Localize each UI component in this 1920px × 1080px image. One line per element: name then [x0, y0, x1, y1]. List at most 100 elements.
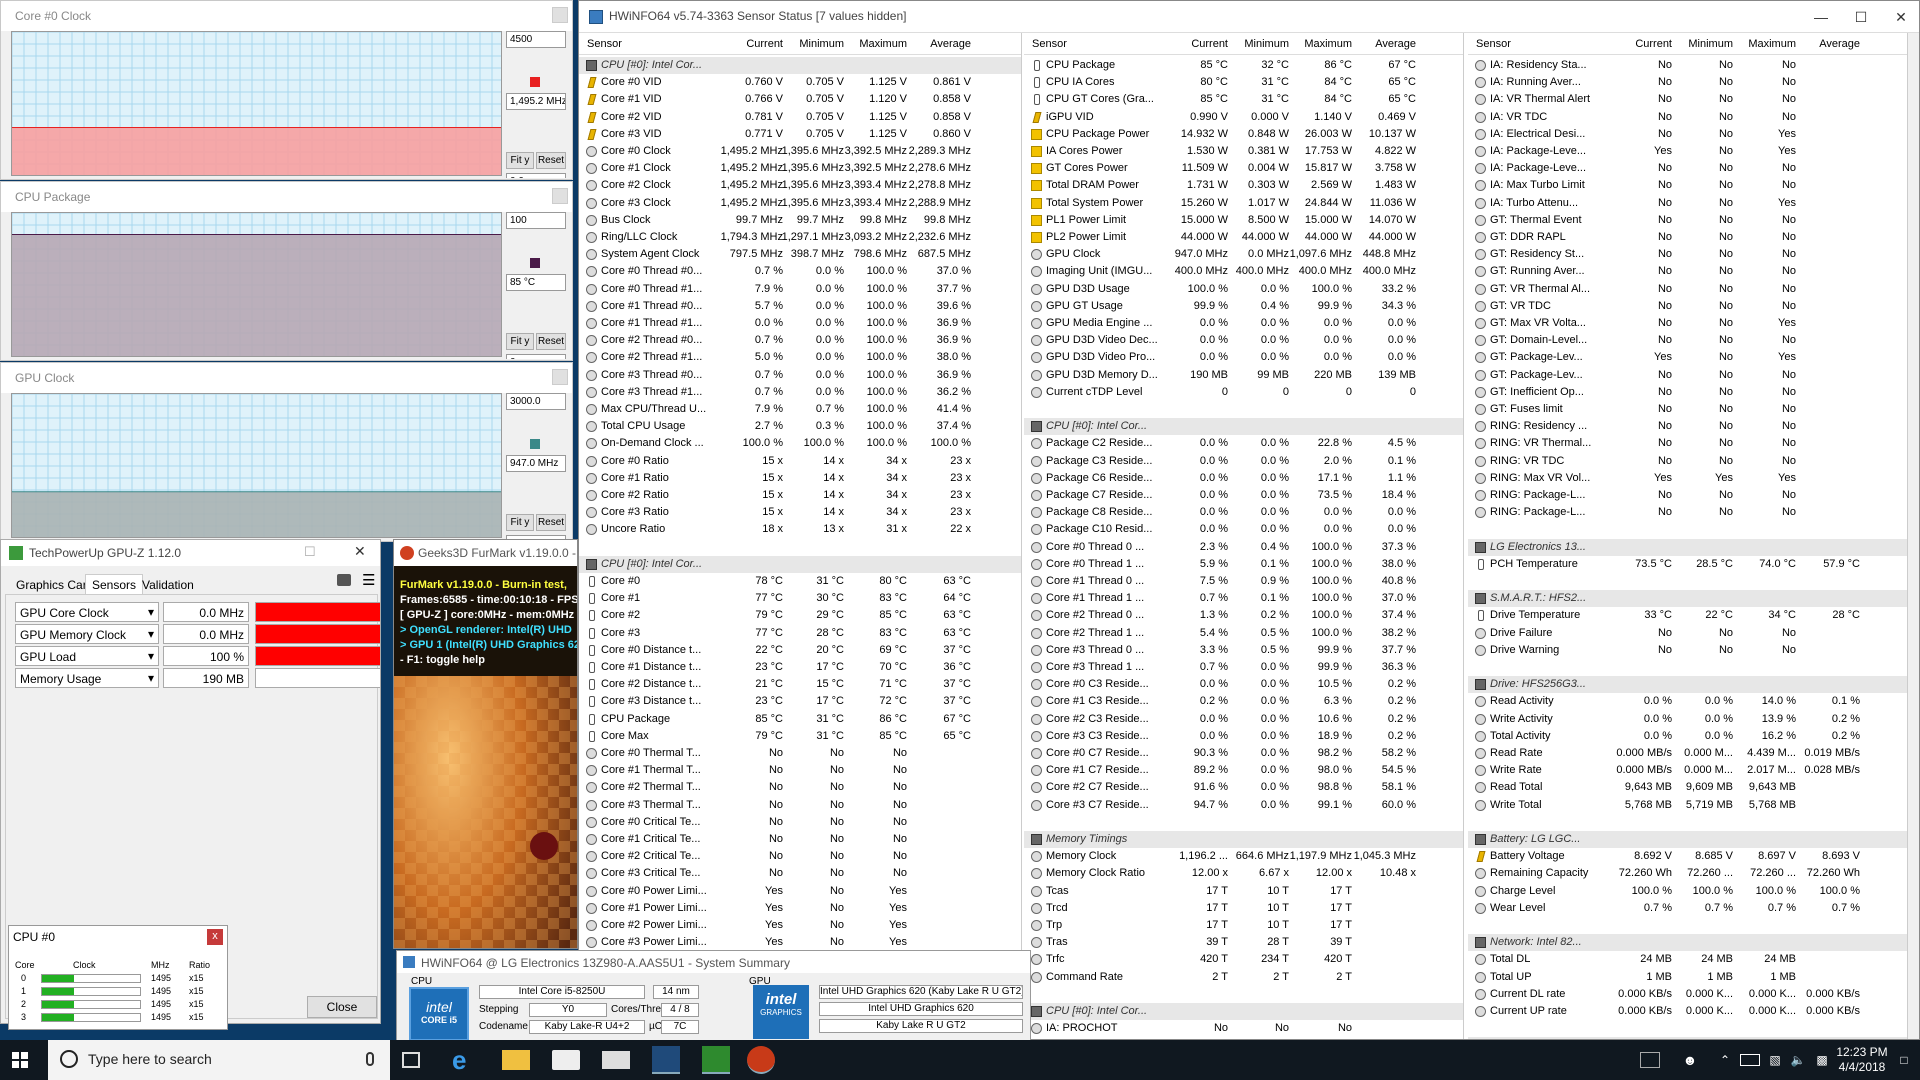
sensor-group-header[interactable]: Drive: HFS256G3...: [1468, 676, 1907, 694]
sensor-row[interactable]: Core #2 Distance t... 21 °C 15 °C 71 °C 37 °…: [579, 676, 1021, 693]
sensor-group-header[interactable]: LG Electronics 13...: [1468, 538, 1907, 556]
hwinfo-titlebar[interactable]: HWiNFO64 v5.74-3363 Sensor Status [7 val…: [579, 1, 1919, 33]
sensor-row[interactable]: Core #1 Clock 1,495.2 MHz 1,395.6 MHz 3,392…: [579, 160, 1021, 177]
sensor-row[interactable]: Trp 17 T 10 T 17 T: [1024, 917, 1463, 934]
sensor-row[interactable]: Package C8 Reside... 0.0 % 0.0 % 0.0 % 0.0 %: [1024, 504, 1463, 521]
column-header[interactable]: Sensor Current Minimum Maximum Average: [1468, 33, 1907, 55]
sensor-row[interactable]: Core #2 Power Limi... Yes No Yes: [579, 917, 1021, 934]
close-button[interactable]: ✕: [1881, 5, 1919, 29]
keyboard-icon[interactable]: ▩: [1812, 1040, 1832, 1080]
header-current[interactable]: Current: [713, 38, 783, 50]
sensor-row[interactable]: GT: Thermal Event No No No: [1468, 212, 1907, 229]
close-button[interactable]: [552, 188, 568, 204]
sensor-row[interactable]: Write Activity 0.0 % 0.0 % 13.9 % 0.2 %: [1468, 711, 1907, 728]
people-icon[interactable]: ☻: [1680, 1040, 1700, 1080]
sensor-row[interactable]: Read Total 9,643 MB 9,609 MB 9,643 MB: [1468, 779, 1907, 796]
fit-y-button[interactable]: Fit y: [506, 152, 534, 169]
sensor-row[interactable]: GT: Domain-Level... No No No: [1468, 332, 1907, 349]
maximize-button[interactable]: ☐: [304, 544, 316, 560]
sensor-row[interactable]: Core #1 C3 Reside... 0.2 % 0.0 % 6.3 % 0.2 %: [1024, 693, 1463, 710]
graph-color-swatch[interactable]: [530, 439, 540, 449]
sensor-row[interactable]: Core #2 Thread 0 ... 1.3 % 0.2 % 100.0 % 37.…: [1024, 607, 1463, 624]
header-maximum[interactable]: Maximum: [837, 38, 907, 50]
sensor-row[interactable]: GPU GT Usage 99.9 % 0.4 % 99.9 % 34.3 %: [1024, 298, 1463, 315]
column-header[interactable]: Sensor Current Minimum Maximum Average: [1024, 33, 1463, 55]
sensor-row[interactable]: GT: VR TDC No No No: [1468, 298, 1907, 315]
sensor-row[interactable]: Core #0 C7 Reside... 90.3 % 0.0 % 98.2 % 58.…: [1024, 745, 1463, 762]
sensor-row[interactable]: Trfc 420 T 234 T 420 T: [1024, 951, 1463, 968]
sensor-row[interactable]: Core #0 Thread 0 ... 2.3 % 0.4 % 100.0 % 37.…: [1024, 539, 1463, 556]
sensor-row[interactable]: Package C3 Reside... 0.0 % 0.0 % 2.0 % 0.1 %: [1024, 453, 1463, 470]
search-box[interactable]: Type here to search: [48, 1040, 390, 1080]
sensor-row[interactable]: Current cTDP Level 0 0 0 0: [1024, 384, 1463, 401]
minimize-button[interactable]: —: [1801, 5, 1841, 29]
sensor-row[interactable]: Core #0 Thread 1 ... 5.9 % 0.1 % 100.0 % 38.…: [1024, 556, 1463, 573]
header-sensor[interactable]: Sensor: [587, 38, 622, 50]
sensor-row[interactable]: Core #2 Thread 1 ... 5.4 % 0.5 % 100.0 % 38.…: [1024, 625, 1463, 642]
sensor-row[interactable]: CPU Package 85 °C 32 °C 86 °C 67 °C: [1024, 57, 1463, 74]
sensor-row[interactable]: Drive Temperature 33 °C 22 °C 34 °C 28 °C: [1468, 607, 1907, 624]
sensor-row[interactable]: GT: VR Thermal Al... No No No: [1468, 281, 1907, 298]
sensor-row[interactable]: IA: Package-Leve... Yes No Yes: [1468, 143, 1907, 160]
sensor-row[interactable]: GT: Package-Lev... Yes No Yes: [1468, 349, 1907, 366]
gpuz-close-button[interactable]: Close: [307, 996, 377, 1018]
sensor-row[interactable]: Charge Level 100.0 % 100.0 % 100.0 % 100.0 %: [1468, 883, 1907, 900]
sensor-group-header[interactable]: CPU [#0]: Intel Cor...: [1024, 1003, 1463, 1020]
sensor-row[interactable]: Core #1 Thread #0... 5.7 % 0.0 % 100.0 % 39.…: [579, 298, 1021, 315]
sensor-group-header[interactable]: CPU [#0]: Intel Cor...: [579, 555, 1021, 573]
gpuz-taskbar-icon[interactable]: [702, 1046, 730, 1074]
graph-min-field[interactable]: 0: [506, 354, 566, 359]
header-minimum[interactable]: Minimum: [1219, 38, 1289, 50]
sensor-row[interactable]: Core #3 Ratio 15 x 14 x 34 x 23 x: [579, 504, 1021, 521]
header-current[interactable]: Current: [1602, 38, 1672, 50]
sensor-row[interactable]: Core #2 Thermal T... No No No: [579, 779, 1021, 796]
sensor-row[interactable]: GPU Media Engine ... 0.0 % 0.0 % 0.0 % 0.0 %: [1024, 315, 1463, 332]
sensor-row[interactable]: Ring/LLC Clock 1,794.3 MHz 1,297.1 MHz 3,09…: [579, 229, 1021, 246]
sensor-row[interactable]: Core Max 79 °C 31 °C 85 °C 65 °C: [579, 728, 1021, 745]
sensor-row[interactable]: GPU D3D Memory D... 190 MB 99 MB 220 MB 139 …: [1024, 367, 1463, 384]
graph-title[interactable]: GPU Clock: [1, 363, 572, 393]
sensor-row[interactable]: Core #0 VID 0.760 V 0.705 V 1.125 V 0.861 V: [579, 74, 1021, 91]
sensor-row[interactable]: Core #0 Power Limi... Yes No Yes: [579, 883, 1021, 900]
sensor-row[interactable]: Command Rate 2 T 2 T 2 T: [1024, 969, 1463, 986]
windows-start-icon[interactable]: [12, 1052, 28, 1068]
sensor-row[interactable]: GT: Residency St... No No No: [1468, 246, 1907, 263]
gpuz-title[interactable]: TechPowerUp GPU-Z 1.12.0: [1, 540, 380, 566]
graph-max-field[interactable]: 4500: [506, 31, 566, 48]
sensor-row[interactable]: Core #3 Thread #0... 0.7 % 0.0 % 100.0 % 36.…: [579, 367, 1021, 384]
sensor-row[interactable]: PL1 Power Limit 15.000 W 8.500 W 15.000 W 14…: [1024, 212, 1463, 229]
graph-title[interactable]: Core #0 Clock: [1, 1, 572, 31]
sensor-row[interactable]: CPU GT Cores (Gra... 85 °C 31 °C 84 °C 65 °C: [1024, 91, 1463, 108]
sensor-row[interactable]: Total UP 1 MB 1 MB 1 MB: [1468, 969, 1907, 986]
sensor-row[interactable]: Core #1 Thread 0 ... 7.5 % 0.9 % 100.0 % 40.…: [1024, 573, 1463, 590]
sensor-row[interactable]: Core #2 C7 Reside... 91.6 % 0.0 % 98.8 % 58.…: [1024, 779, 1463, 796]
sensor-row[interactable]: Core #2 Clock 1,495.2 MHz 1,395.6 MHz 3,393…: [579, 177, 1021, 194]
sensor-row[interactable]: Core #0 78 °C 31 °C 80 °C 63 °C: [579, 573, 1021, 590]
sensor-row[interactable]: System Agent Clock 797.5 MHz 398.7 MHz 798.…: [579, 246, 1021, 263]
sensor-row[interactable]: Core #2 VID 0.781 V 0.705 V 1.125 V 0.858 V: [579, 109, 1021, 126]
sensor-row[interactable]: GT: Fuses limit No No No: [1468, 401, 1907, 418]
volume-icon[interactable]: 🔈: [1788, 1040, 1808, 1080]
sensor-row[interactable]: GPU D3D Usage 100.0 % 0.0 % 100.0 % 33.2 %: [1024, 281, 1463, 298]
task-view-icon[interactable]: [402, 1052, 420, 1068]
sensor-row[interactable]: GT: Max VR Volta... No No Yes: [1468, 315, 1907, 332]
sensor-dropdown[interactable]: GPU Load ▾: [15, 646, 159, 666]
sensor-row[interactable]: Current DL rate 0.000 KB/s 0.000 K... 0.000…: [1468, 986, 1907, 1003]
furmark-title[interactable]: Geeks3D FurMark v1.19.0.0 - 1: [394, 540, 577, 566]
header-maximum[interactable]: Maximum: [1726, 38, 1796, 50]
sensor-row[interactable]: PL2 Power Limit 44.000 W 44.000 W 44.000 W 4…: [1024, 229, 1463, 246]
sensor-group-header[interactable]: S.M.A.R.T.: HFS2...: [1468, 590, 1907, 608]
battery-icon[interactable]: [1740, 1054, 1760, 1066]
sensor-row[interactable]: Read Activity 0.0 % 0.0 % 14.0 % 0.1 %: [1468, 693, 1907, 710]
sensor-row[interactable]: RING: Package-L... No No No: [1468, 504, 1907, 521]
sensor-row[interactable]: Memory Clock 1,196.2 ... 664.6 MHz 1,197.9 …: [1024, 848, 1463, 865]
sensor-row[interactable]: Tras 39 T 28 T 39 T: [1024, 934, 1463, 951]
tab-validation[interactable]: Validation: [135, 574, 201, 594]
sensor-row[interactable]: Core #1 Thread 1 ... 0.7 % 0.1 % 100.0 % 37.…: [1024, 590, 1463, 607]
sensor-row[interactable]: Total DRAM Power 1.731 W 0.303 W 2.569 W 1.4…: [1024, 177, 1463, 194]
store-icon[interactable]: [552, 1050, 580, 1070]
sensor-row[interactable]: Battery Voltage 8.692 V 8.685 V 8.697 V 8.69…: [1468, 848, 1907, 865]
fit-y-button[interactable]: Fit y: [506, 333, 534, 350]
summary-title[interactable]: HWiNFO64 @ LG Electronics 13Z980-A.AAS5U…: [397, 951, 1030, 973]
sensor-row[interactable]: Max CPU/Thread U... 7.9 % 0.7 % 100.0 % 41.4…: [579, 401, 1021, 418]
